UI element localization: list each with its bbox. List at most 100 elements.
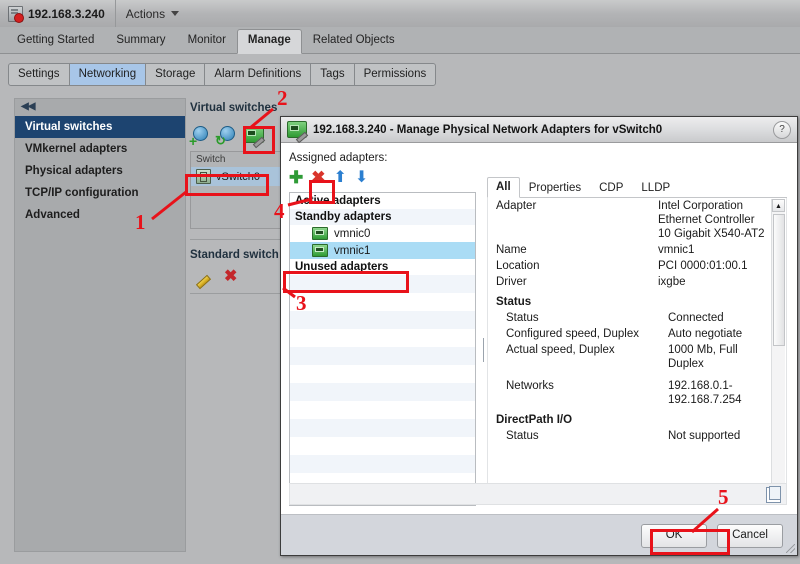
annotation-box-1 [185, 174, 269, 196]
detail-row-actual-speed: Actual speed, Duplex 1000 Mb, Full Duple… [488, 342, 786, 372]
tab-cdp[interactable]: CDP [590, 179, 632, 197]
move-up-icon[interactable]: ⬆ [334, 170, 347, 186]
detail-content: Adapter Intel Corporation Ethernet Contr… [487, 198, 787, 501]
tab-summary[interactable]: Summary [105, 29, 176, 53]
annotation-number-1: 1 [135, 210, 146, 234]
annotation-box-2 [243, 126, 275, 154]
sidebar-item-virtual-switches[interactable]: Virtual switches [15, 116, 185, 138]
detail-value: Auto negotiate [668, 328, 743, 340]
sidebar-item-physical-adapters[interactable]: Physical adapters [15, 160, 185, 182]
tab-getting-started[interactable]: Getting Started [6, 29, 105, 53]
tab-storage[interactable]: Storage [145, 63, 206, 86]
list-filler-row [290, 311, 475, 329]
detail-row-status: Status Connected [488, 310, 786, 326]
scroll-up-arrow-icon[interactable]: ▲ [772, 199, 785, 212]
annotation-number-4: 4 [274, 199, 285, 223]
tab-alarm-definitions[interactable]: Alarm Definitions [204, 63, 312, 86]
tab-networking[interactable]: Networking [68, 63, 147, 86]
switch-column-header: Switch [196, 154, 226, 165]
tab-monitor[interactable]: Monitor [177, 29, 237, 53]
tab-settings[interactable]: Settings [8, 63, 70, 86]
adapter-name: vmnic1 [334, 244, 371, 257]
edit-pencil-icon[interactable] [195, 270, 210, 285]
detail-row-location: Location PCI 0000:01:00.1 [488, 258, 786, 274]
copy-to-clipboard-icon[interactable] [766, 486, 781, 503]
detail-row-name: Name vmnic1 [488, 242, 786, 258]
scrollbar-thumb[interactable] [773, 214, 785, 346]
list-filler-row [290, 365, 475, 383]
remove-x-icon[interactable]: ✖ [224, 269, 237, 285]
list-filler-row [290, 437, 475, 455]
sidebar-item-advanced[interactable]: Advanced [15, 204, 185, 226]
collapse-left-icon[interactable]: ◀◀ [15, 99, 185, 116]
host-icon [8, 5, 24, 23]
adapter-name: vmnic0 [334, 227, 371, 240]
dialog-body: Assigned adapters: ✚ ✖ ⬆ ⬇ Active adapte… [281, 143, 797, 515]
detail-value: Not supported [668, 430, 741, 442]
adapter-detail-panel: All Properties CDP LLDP Adapter Intel Co… [487, 177, 787, 501]
refresh-icon[interactable] [215, 125, 237, 147]
detail-value: Intel Corporation Ethernet Controller 10… [658, 200, 765, 240]
list-filler-row [290, 329, 475, 347]
sidebar-item-tcpip-configuration[interactable]: TCP/IP configuration [15, 182, 185, 204]
nic-icon [312, 227, 328, 240]
detail-key: Name [496, 244, 527, 256]
object-name: 192.168.3.240 [28, 6, 105, 21]
add-adapter-icon[interactable]: ✚ [289, 169, 303, 186]
detail-tab-bar: All Properties CDP LLDP [487, 177, 787, 198]
annotation-number-3: 3 [296, 291, 307, 315]
detail-key: Actual speed, Duplex [506, 344, 615, 356]
detail-value: 1000 Mb, Full Duplex [668, 344, 738, 370]
manage-physical-adapters-icon [287, 121, 307, 138]
actions-menu[interactable]: Actions [116, 0, 189, 27]
actions-label: Actions [125, 6, 166, 21]
sidebar-item-vmkernel-adapters[interactable]: VMkernel adapters [15, 138, 185, 160]
list-filler-row [290, 419, 475, 437]
detail-key: Location [496, 260, 540, 272]
detail-row-adapter: Adapter Intel Corporation Ethernet Contr… [488, 198, 786, 242]
tab-related-objects[interactable]: Related Objects [302, 29, 406, 53]
detail-section-directpath-io: DirectPath I/O [496, 414, 573, 426]
detail-scrollbar[interactable]: ▲ ▼ [771, 199, 785, 499]
secondary-tab-bar: Settings Networking Storage Alarm Defini… [8, 63, 437, 86]
resize-grip[interactable] [786, 544, 795, 553]
detail-row-driver: Driver ixgbe [488, 274, 786, 290]
tab-properties[interactable]: Properties [520, 179, 590, 197]
tab-permissions[interactable]: Permissions [353, 63, 437, 86]
detail-value: ixgbe [658, 276, 686, 288]
primary-tab-bar: Getting Started Summary Monitor Manage R… [0, 27, 800, 54]
tab-tags[interactable]: Tags [310, 63, 355, 86]
app-root: 192.168.3.240 Actions Getting Started Su… [0, 0, 800, 564]
help-icon[interactable]: ? [773, 120, 791, 139]
nic-icon [312, 244, 328, 257]
list-filler-row [290, 455, 475, 473]
move-down-icon[interactable]: ⬇ [355, 170, 368, 186]
annotation-number-2: 2 [277, 86, 288, 110]
detail-key: Networks [506, 380, 554, 392]
detail-key: Driver [496, 276, 527, 288]
annotation-number-5: 5 [718, 485, 729, 509]
list-item[interactable]: vmnic1 [290, 242, 475, 259]
tab-manage[interactable]: Manage [236, 29, 302, 54]
object-header: 192.168.3.240 Actions [0, 0, 800, 28]
detail-value: PCI 0000:01:00.1 [658, 260, 748, 272]
detail-key: Status [506, 430, 539, 442]
detail-row-networks: Networks 192.168.0.1-192.168.7.254 [488, 378, 786, 408]
list-filler-row [290, 347, 475, 365]
detail-row-configured-speed: Configured speed, Duplex Auto negotiate [488, 326, 786, 342]
list-item[interactable]: vmnic0 [290, 225, 475, 242]
assigned-adapters-list[interactable]: Active adapters Standby adapters vmnic0 … [289, 192, 476, 506]
detail-key: Status [506, 312, 539, 324]
object-title: 192.168.3.240 [0, 0, 116, 27]
dialog-status-bar [289, 483, 787, 505]
annotation-box-5 [650, 529, 730, 555]
sidebar: ◀◀ Virtual switches VMkernel adapters Ph… [14, 98, 186, 552]
detail-value: 192.168.0.1-192.168.7.254 [668, 380, 742, 406]
detail-row-directpath-status: Status Not supported [488, 428, 786, 444]
tab-lldp[interactable]: LLDP [632, 179, 679, 197]
add-host-networking-icon[interactable] [189, 125, 210, 146]
list-filler-row [290, 293, 475, 311]
tab-all[interactable]: All [487, 177, 520, 198]
dialog-title-bar: 192.168.3.240 - Manage Physical Network … [281, 117, 797, 143]
list-filler-row [290, 383, 475, 401]
